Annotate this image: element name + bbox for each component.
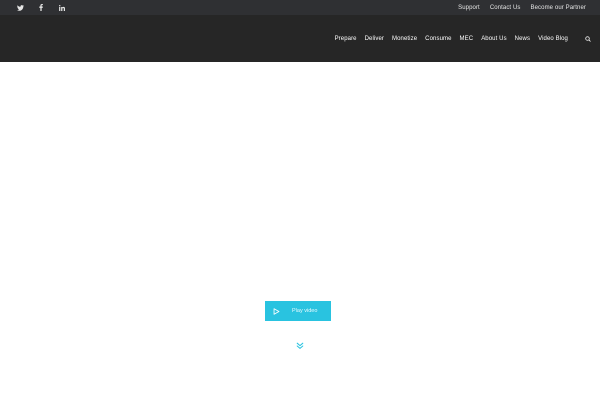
double-chevron-down-icon[interactable] [295,341,305,351]
play-icon [267,301,285,321]
contact-us-link[interactable]: Contact Us [490,5,521,11]
nav-item-consume[interactable]: Consume [425,36,451,42]
social-links [15,0,67,15]
support-link[interactable]: Support [458,5,480,11]
play-video-button[interactable]: Play video [265,301,331,321]
nav-item-news[interactable]: News [515,36,530,42]
nav-item-prepare[interactable]: Prepare [335,36,357,42]
top-bar: Support Contact Us Become our Partner [0,0,600,15]
nav-menu: Prepare Deliver Monetize Consume MEC Abo… [335,15,568,62]
nav-item-monetize[interactable]: Monetize [392,36,417,42]
play-video-label: Play video [292,308,318,314]
nav-item-video-blog[interactable]: Video Blog [538,36,568,42]
linkedin-icon[interactable] [57,0,67,15]
become-partner-link[interactable]: Become our Partner [531,5,587,11]
nav-item-deliver[interactable]: Deliver [365,36,384,42]
nav-item-mec[interactable]: MEC [460,36,474,42]
search-icon[interactable] [584,35,592,43]
twitter-icon[interactable] [15,0,25,15]
top-links: Support Contact Us Become our Partner [458,0,586,15]
main-navigation: Prepare Deliver Monetize Consume MEC Abo… [0,15,600,62]
nav-item-about-us[interactable]: About Us [481,36,506,42]
facebook-icon[interactable] [36,0,46,15]
